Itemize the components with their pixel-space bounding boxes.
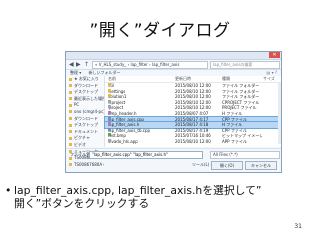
filename-input[interactable]: "lap_filter_axis.cpp" "lap_filter_axis.h… [89,151,203,159]
sidebar-item[interactable]: PC [66,102,104,109]
dialog-titlebar: ✕ [66,52,281,60]
open-button[interactable]: 開く(O) [211,161,243,170]
instruction-line-2: 開く”ボタンをクリックする [14,197,150,210]
folder-icon [69,77,72,81]
folder-icon [69,136,72,140]
file-type-icon [108,138,111,142]
forward-icon[interactable]: ▶ [76,61,81,68]
file-name-text: lap_filter_axis.h [108,122,140,128]
folder-icon [69,123,72,127]
file-name-text: bmp_header.h [108,110,137,116]
file-type-icon [108,88,111,92]
sidebar-item-label: デスクトップ [74,89,98,95]
file-name: vivado_hls.app [108,138,166,145]
sidebar-item-label: ドキュメント [74,128,98,134]
instruction-bullet: • lap_filter_axis.cpp, lap_filter_axis.h… [5,184,304,210]
sidebar-item[interactable]: ドキュメント [66,129,104,136]
sidebar-item-label: ダウンロード [74,82,98,88]
file-type-icon [108,83,111,86]
filetype-select[interactable]: All Files (*.*) [210,151,280,159]
dialog-body: ★ お気に入り ダウンロード デスクトップ 最近表示した場所 PC ono (cmgr4-… [66,76,282,167]
sidebar-item[interactable]: デスクトップ [66,122,104,129]
sidebar-item-label: デスクトップ [74,122,98,128]
sidebar-item[interactable]: デスクトップ [66,89,104,96]
column-name-header[interactable]: 名前 [108,76,166,82]
folder-icon [69,90,72,94]
sidebar-item[interactable]: ★ お気に入り [66,76,104,83]
file-type-icon [108,127,111,131]
page-number: 31 [294,223,302,230]
instruction-line-1: lap_filter_axis.cpp, lap_filter_axis.hを選… [14,184,262,197]
file-list-header: 名前 更新日時 種類 サイズ [105,76,281,83]
navigation-bar: ◀ ▶ ↑ « V_HLS_study_ › lap_filter › lap_… [66,60,281,70]
open-file-dialog: ✕ ◀ ▶ ↑ « V_HLS_study_ › lap_filter › la… [65,51,282,173]
folder-icon [69,84,72,88]
dialog-footer: ファイル名(N): "lap_filter_axis.cpp" "lap_fil… [66,148,281,174]
folder-icon [69,117,72,121]
new-folder-button[interactable]: 新しいフォルダー [89,70,121,75]
file-type-icon [108,105,111,109]
folder-icon [69,143,72,147]
sidebar-item[interactable]: 最近表示した場所 [66,96,104,103]
sidebar-item[interactable]: ダウンロード [66,116,104,123]
scrollbar[interactable] [278,82,281,144]
sidebar-item-label: PC [74,102,80,108]
bullet-symbol: • [5,184,12,197]
column-type-header[interactable]: 種類 [222,76,262,82]
slide-title: ”開く”ダイアログ [89,21,231,41]
sidebar-item-label: ダウンロード [74,115,98,121]
tools-menu[interactable]: ツール(L) ▾ [192,162,213,168]
file-rows: .Xil 2015/08/10 12:00 ファイル フォルダー .settings 2… [104,83,282,145]
sidebar-item-label: ピクチャ [74,135,90,141]
folder-icon [69,110,72,114]
file-type-icon [108,110,111,114]
file-type-icon [108,116,111,120]
up-icon[interactable]: ↑ [84,61,89,68]
folder-icon [69,130,72,134]
close-button[interactable]: ✕ [269,52,280,58]
sidebar-item[interactable]: ピクチャ [66,135,104,142]
column-date-header[interactable]: 更新日時 [175,76,219,82]
folder-icon [69,103,72,107]
sidebar-item-label: ono (cmgr4-pc) [74,108,104,114]
file-type-icon [108,122,111,126]
folder-icon [69,97,72,101]
cancel-button[interactable]: キャンセル [245,161,277,170]
file-type-icon [108,99,111,103]
file-name-text: lap_filter_axis.cpp [108,116,144,122]
file-name-text: vivado_hls.app [108,138,138,144]
sidebar-item-label: ビデオ [74,141,86,147]
file-name-text: lap_filter_axis_tb.cpp [108,127,151,133]
sidebar-item-label: ★ お気に入り [74,76,99,81]
file-type-icon [108,94,111,98]
file-date: 2015/08/10 12:00 [175,138,211,144]
sidebar-item-label: 最近表示した場所 [74,95,104,101]
sidebar-item[interactable]: ono (cmgr4-pc) [66,109,104,116]
organize-button[interactable]: 整理 ▾ [70,70,81,75]
address-bar[interactable]: « V_HLS_study_ › lap_filter › lap_filter… [92,61,208,69]
sidebar-item[interactable]: ダウンロード [66,83,104,90]
search-input[interactable]: lap_filter_axisの検索 [210,61,280,69]
file-list: 名前 更新日時 種類 サイズ .Xil 2015/08/10 12:00 ファイル … [104,76,282,147]
file-type-icon [108,133,111,137]
file-row[interactable]: vivado_hls.app 2015/08/10 12:00 APP ファイル [105,138,281,145]
back-icon[interactable]: ◀ [69,61,74,68]
navigation-pane: ★ お気に入り ダウンロード デスクトップ 最近表示した場所 PC ono (cmgr4-… [66,76,105,167]
file-type: APP ファイル [222,138,247,144]
